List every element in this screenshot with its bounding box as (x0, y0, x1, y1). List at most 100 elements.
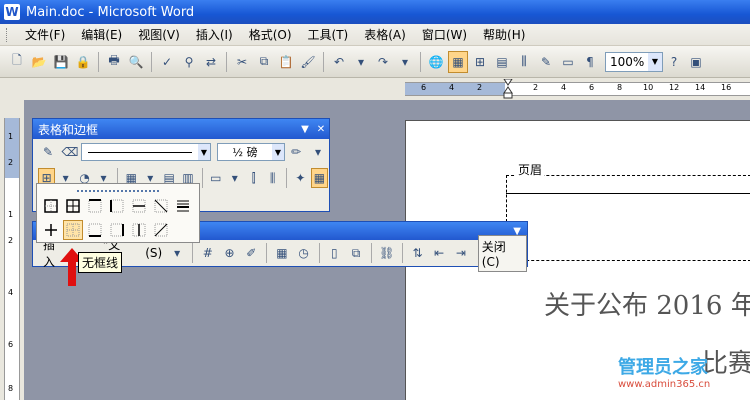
palette-row-1 (37, 196, 199, 216)
vertical-ruler[interactable]: 1 2 1 2 4 6 8 (4, 118, 20, 400)
bottom-border-icon[interactable] (85, 220, 105, 240)
read-mode-icon[interactable]: ▣ (686, 51, 706, 73)
zoom-select[interactable]: 100% ▼ (605, 51, 663, 72)
autotext-dropdown-icon[interactable]: ▾ (167, 242, 187, 264)
zoom-dropdown-icon[interactable]: ▼ (648, 52, 662, 71)
indent-marker-icon[interactable] (503, 79, 513, 99)
align-icon[interactable]: ▭ (207, 168, 224, 188)
show-hide-text-icon[interactable]: ⧉ (346, 242, 366, 264)
inside-horizontal-border-icon[interactable] (129, 196, 149, 216)
redo-dropdown-icon[interactable]: ▾ (395, 51, 415, 73)
drawing-icon[interactable]: ✎ (536, 51, 556, 73)
menu-insert[interactable]: 插入(I) (188, 24, 241, 45)
format-page-number-icon[interactable]: ✐ (241, 242, 261, 264)
close-header-footer-button[interactable]: 关闭(C) (477, 234, 527, 272)
palette-drag-handle[interactable] (77, 186, 159, 192)
link-to-previous-icon[interactable]: ⛓ (377, 242, 397, 264)
paste-icon[interactable]: 📋 (276, 51, 296, 73)
line-style-dropdown-icon[interactable]: ▼ (198, 144, 210, 160)
toolbar-separator (420, 51, 421, 72)
show-hide-icon[interactable]: ¶ (580, 51, 600, 73)
ruler-tick: 2 (477, 83, 483, 92)
menu-edit[interactable]: 编辑(E) (73, 24, 130, 45)
undo-icon[interactable]: ↶ (329, 51, 349, 73)
diagonal-down-border-icon[interactable] (151, 196, 171, 216)
draw-table-icon[interactable]: ✎ (38, 142, 58, 162)
insert-date-icon[interactable]: ▦ (272, 242, 292, 264)
header-region[interactable] (506, 175, 750, 261)
print-icon[interactable]: 🖶 (104, 51, 124, 73)
undo-dropdown-icon[interactable]: ▾ (351, 51, 371, 73)
format-painter-icon[interactable]: 🖌 (298, 51, 318, 73)
toolbar-options-icon[interactable]: ▼ (297, 124, 313, 135)
menu-format[interactable]: 格式(O) (241, 24, 300, 45)
insert-excel-icon[interactable]: ▤ (492, 51, 512, 73)
inside-borders-icon[interactable] (41, 220, 61, 240)
tables-borders-titlebar[interactable]: 表格和边框 ▼ ✕ (33, 119, 329, 139)
copy-icon[interactable]: ⧉ (254, 51, 274, 73)
no-border-icon[interactable] (63, 220, 83, 240)
border-color-dropdown-icon[interactable]: ▾ (308, 142, 328, 162)
tables-borders-row-1: ✎ ⌫ ▼ ½ 磅 ▼ ✏ ▾ (33, 139, 329, 165)
autotext-shortcut[interactable]: (S) (141, 246, 166, 260)
distribute-rows-icon[interactable]: ⫿ (245, 168, 262, 188)
distribute-columns-icon[interactable]: ⫼ (264, 168, 281, 188)
insert-time-icon[interactable]: ◷ (294, 242, 314, 264)
left-border-icon[interactable] (107, 196, 127, 216)
save-icon[interactable]: 💾 (51, 51, 71, 73)
columns-icon[interactable]: ⫼ (514, 51, 534, 73)
show-gridlines-icon[interactable]: ▦ (310, 168, 329, 188)
menu-table[interactable]: 表格(A) (356, 24, 414, 45)
line-weight-dropdown-icon[interactable]: ▼ (272, 144, 284, 160)
document-map-icon[interactable]: ▭ (558, 51, 578, 73)
top-border-icon[interactable] (85, 196, 105, 216)
ruler-tick: 10 (643, 83, 654, 92)
open-folder-icon[interactable]: 📂 (29, 51, 49, 73)
horizontal-ruler[interactable]: 6 4 2 2 4 6 8 10 12 14 16 (405, 79, 750, 99)
print-preview-icon[interactable]: 🔍 (126, 51, 146, 73)
insert-page-count-icon[interactable]: ⊕ (220, 242, 240, 264)
eraser-icon[interactable]: ⌫ (60, 142, 80, 162)
page-setup-icon[interactable]: ▯ (325, 242, 345, 264)
horizontal-line-icon[interactable] (173, 196, 193, 216)
spelling-icon[interactable]: ✓ (157, 51, 177, 73)
hyperlink-icon[interactable]: 🌐 (426, 51, 446, 73)
insert-page-number-icon[interactable]: # (198, 242, 218, 264)
line-style-select[interactable]: ▼ (81, 143, 211, 161)
header-underline (506, 193, 750, 194)
switch-header-footer-icon[interactable]: ⇅ (408, 242, 428, 264)
word-app-icon: W (4, 4, 20, 20)
line-weight-select[interactable]: ½ 磅 ▼ (217, 143, 285, 161)
all-borders-icon[interactable] (63, 196, 83, 216)
redo-icon[interactable]: ↷ (373, 51, 393, 73)
inside-vertical-border-icon[interactable] (129, 220, 149, 240)
border-color-icon[interactable]: ✏ (286, 142, 306, 162)
permission-icon[interactable]: 🔒 (73, 51, 93, 73)
toolbar-separator (286, 168, 287, 188)
menu-window[interactable]: 窗口(W) (414, 24, 475, 45)
menu-help[interactable]: 帮助(H) (475, 24, 533, 45)
menu-tools[interactable]: 工具(T) (300, 24, 357, 45)
cut-icon[interactable]: ✂ (232, 51, 252, 73)
ruler-tick: 16 (721, 83, 732, 92)
close-icon[interactable]: ✕ (313, 124, 329, 135)
menu-view[interactable]: 视图(V) (130, 24, 188, 45)
translate-icon[interactable]: ⇄ (201, 51, 221, 73)
insert-table-icon[interactable]: ⊞ (470, 51, 490, 73)
window-title: Main.doc - Microsoft Word (26, 4, 195, 20)
align-dropdown-icon[interactable]: ▾ (226, 168, 243, 188)
ruler-tick: 8 (617, 83, 623, 92)
header-label: 页眉 (516, 161, 545, 178)
menu-bar: 文件(F) 编辑(E) 视图(V) 插入(I) 格式(O) 工具(T) 表格(A… (0, 24, 750, 46)
tables-borders-icon[interactable]: ▦ (448, 50, 468, 73)
research-icon[interactable]: ⚲ (179, 51, 199, 73)
table-autoformat-icon[interactable]: ✦ (292, 168, 309, 188)
show-previous-icon[interactable]: ⇤ (429, 242, 449, 264)
new-document-icon[interactable]: 🗋 (7, 51, 27, 73)
right-border-icon[interactable] (107, 220, 127, 240)
diagonal-up-border-icon[interactable] (151, 220, 171, 240)
show-next-icon[interactable]: ⇥ (451, 242, 471, 264)
help-icon[interactable]: ? (664, 51, 684, 73)
outside-border-icon[interactable] (41, 196, 61, 216)
menu-file[interactable]: 文件(F) (17, 24, 73, 45)
